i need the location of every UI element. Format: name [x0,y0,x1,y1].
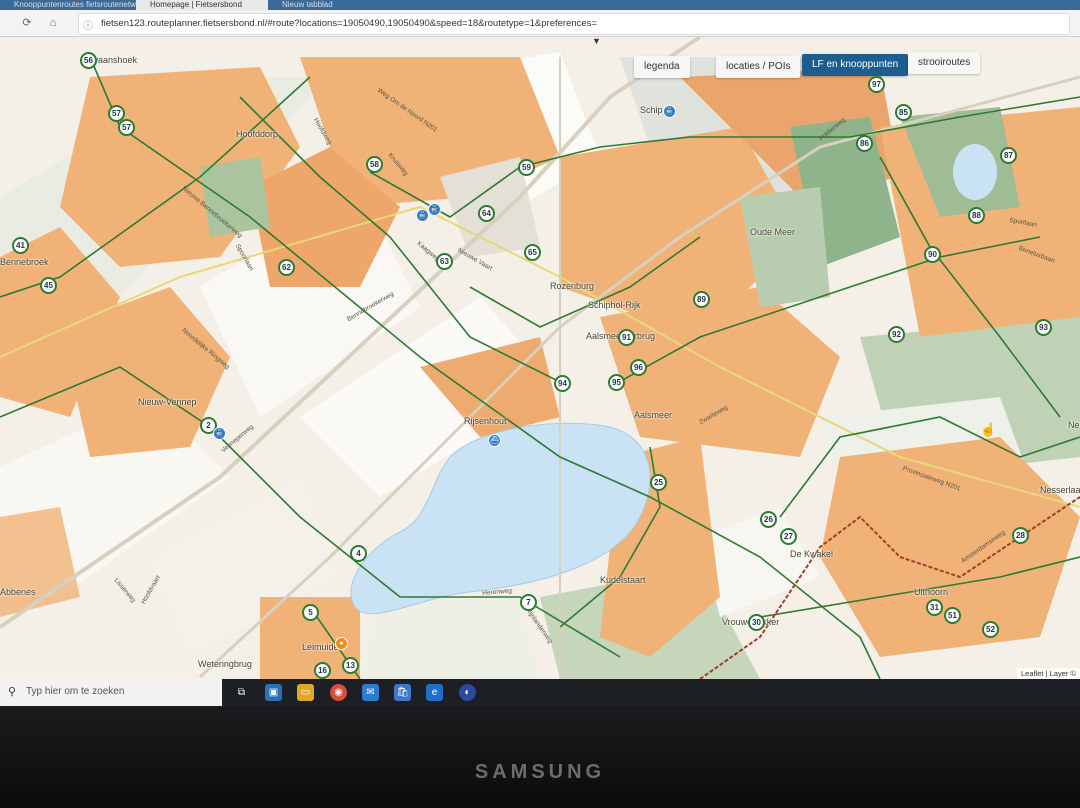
route-node-marker[interactable]: 85 [895,104,912,121]
place-label: Aalsmeer [634,410,673,420]
place-label: Hoofddorp [236,129,279,139]
file-explorer-icon[interactable]: ▭ [297,684,314,701]
route-node-marker[interactable]: 62 [278,259,295,276]
route-node-marker[interactable]: 92 [888,326,905,343]
route-node-marker[interactable]: 30 [748,614,765,631]
store-icon[interactable]: 🛍 [394,684,411,701]
route-node-marker[interactable]: 26 [760,511,777,528]
train-station-icon[interactable]: 🚆 [213,427,226,440]
hand-cursor-icon: ☝ [980,422,997,437]
photos-icon[interactable]: ▣ [265,684,282,701]
route-node-marker[interactable]: 59 [518,159,535,176]
place-label: Bennebroek [0,257,49,267]
route-node-marker[interactable]: 25 [650,474,667,491]
browser-tab-strip: Knooppuntenroutes fietsroutenetw Homepag… [0,0,1080,10]
chevron-down-icon[interactable]: ▼ [592,36,601,46]
train-station-icon[interactable]: 🚆 [416,209,429,222]
url-field[interactable]: ⓘ fietsen123.routeplanner.fietsersbond.n… [78,13,1070,35]
route-node-marker[interactable]: 56 [80,52,97,69]
route-node-marker[interactable]: 86 [856,135,873,152]
place-label: Rozenburg [550,281,595,291]
route-node-marker[interactable]: 95 [608,374,625,391]
route-node-marker[interactable]: 41 [12,237,29,254]
route-node-marker[interactable]: 64 [478,205,495,222]
browser-tab-active[interactable]: Homepage | Fietsersbond [136,0,268,10]
route-node-marker[interactable]: 52 [982,621,999,638]
place-label: Nes [1068,420,1080,430]
url-text: fietsen123.routeplanner.fietsersbond.nl/… [101,18,597,29]
map-base-layer [0,37,1080,679]
route-node-marker[interactable]: 91 [618,329,635,346]
place-label: Schip [640,105,663,115]
route-node-marker[interactable]: 97 [868,76,885,93]
screen: Knooppuntenroutes fietsroutenetw Homepag… [0,0,1080,706]
browser-tab[interactable]: Knooppuntenroutes fietsroutenetw [0,0,136,10]
route-node-marker[interactable]: 94 [554,375,571,392]
route-node-marker[interactable]: 13 [342,657,359,674]
route-node-marker[interactable]: 57 [118,119,135,136]
legenda-button[interactable]: legenda [634,56,690,78]
route-node-marker[interactable]: 5 [302,604,319,621]
search-placeholder: Typ hier om te zoeken [26,686,125,697]
route-node-marker[interactable]: 45 [40,277,57,294]
place-label: Uithoorn [914,587,949,597]
task-view-icon[interactable]: ⧉ [233,684,250,701]
place-label: Rijsenhout [464,416,507,426]
taskbar-search-input[interactable]: ⚲ Typ hier om te zoeken [0,679,222,706]
mail-icon[interactable]: ✉ [362,684,379,701]
route-node-marker[interactable]: 16 [314,662,331,679]
route-node-marker[interactable]: 90 [924,246,941,263]
route-node-marker[interactable]: 87 [1000,147,1017,164]
route-node-marker[interactable]: 89 [693,291,710,308]
firefox-icon[interactable]: ◐ [459,684,476,701]
chrome-icon[interactable]: ◉ [330,684,347,701]
place-label: De Kwakel [790,549,834,559]
monitor-bezel: SAMSUNG [0,706,1080,808]
address-bar: ⟳ ⌂ ⓘ fietsen123.routeplanner.fietsersbo… [0,10,1080,37]
route-node-marker[interactable]: 7 [520,594,537,611]
route-node-marker[interactable]: 88 [968,207,985,224]
route-node-marker[interactable]: 28 [1012,527,1029,544]
place-label: Oude Meer [750,227,796,237]
place-label: Abbenes [0,587,36,597]
route-node-marker[interactable]: 4 [350,545,367,562]
poi-marker-icon[interactable]: ● [335,637,348,650]
refresh-icon[interactable]: ⟳ [20,16,34,30]
boat-icon[interactable]: ⛴ [488,434,501,447]
map-attribution[interactable]: Leaflet | Layer © [1016,668,1080,679]
place-label: Nieuw-Vennep [138,397,197,407]
monitor-brand-logo: SAMSUNG [474,761,606,783]
windows-taskbar: ⚲ Typ hier om te zoeken ⧉ ▣ ▭ ◉ ✉ 🛍 e ◐ [0,679,1080,706]
strooiroutes-button[interactable]: strooiroutes [908,52,981,74]
route-node-marker[interactable]: 93 [1035,319,1052,336]
place-label: Schiphol-Rijk [588,300,641,310]
train-station-icon[interactable]: 🚆 [663,105,676,118]
home-icon[interactable]: ⌂ [46,16,60,30]
train-station-icon[interactable]: 🚆 [428,203,441,216]
info-icon: ⓘ [83,21,93,32]
route-node-marker[interactable]: 63 [436,253,453,270]
map-canvas[interactable]: legenda locaties / POIs LF en knooppunte… [0,37,1080,679]
route-node-marker[interactable]: 96 [630,359,647,376]
edge-icon[interactable]: e [426,684,443,701]
place-label: Weteringbrug [198,659,252,669]
lf-knooppunten-button[interactable]: LF en knooppunten [802,54,909,76]
route-node-marker[interactable]: 31 [926,599,943,616]
route-node-marker[interactable]: 58 [366,156,383,173]
browser-tab[interactable]: Nieuw tabblad [268,0,392,10]
route-node-marker[interactable]: 65 [524,244,541,261]
place-label: Kudelstaart [600,575,646,585]
locaties-pois-button[interactable]: locaties / POIs [716,56,801,78]
route-node-marker[interactable]: 51 [944,607,961,624]
route-node-marker[interactable]: 27 [780,528,797,545]
search-icon: ⚲ [8,686,17,698]
place-label: Nesserlaan [1040,485,1080,495]
